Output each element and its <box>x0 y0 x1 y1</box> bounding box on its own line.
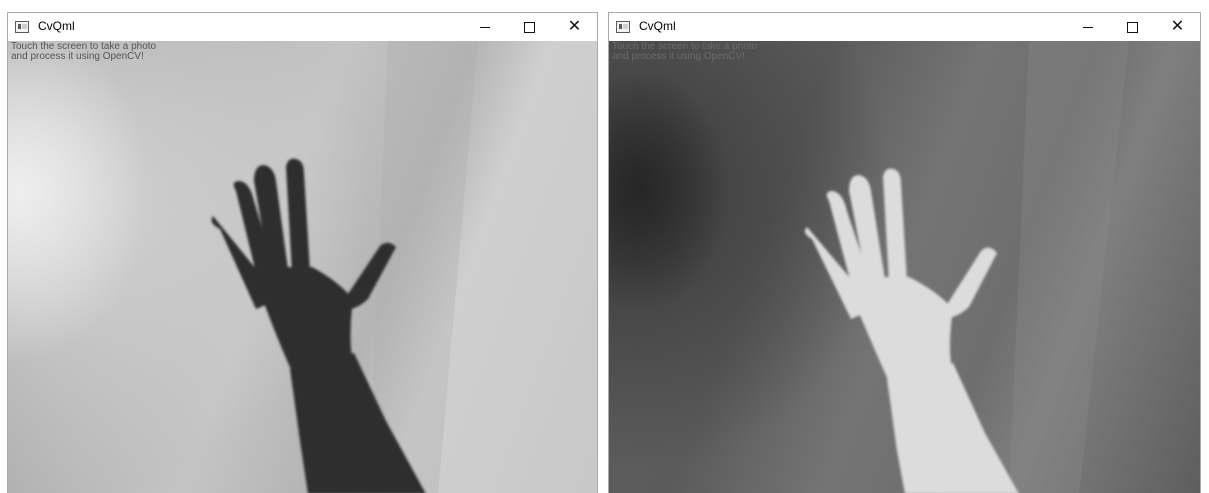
title-bar[interactable]: CvQml ✕ <box>8 13 597 41</box>
maximize-button[interactable] <box>1110 13 1155 41</box>
camera-view[interactable]: Touch the screen to take a photo and pro… <box>609 41 1200 493</box>
camera-view[interactable]: Touch the screen to take a photo and pro… <box>8 41 597 493</box>
instruction-text: Touch the screen to take a photo and pro… <box>11 42 156 62</box>
hand-photo <box>804 41 1129 493</box>
minimize-button[interactable] <box>462 13 507 41</box>
minimize-icon <box>1082 26 1093 28</box>
minimize-icon <box>479 26 490 28</box>
minimize-button[interactable] <box>1065 13 1110 41</box>
maximize-icon <box>524 21 535 33</box>
app-window-original: CvQml ✕ Touch the screen to take a photo… <box>7 12 598 493</box>
close-button[interactable]: ✕ <box>1155 13 1200 41</box>
instruction-line-2: and process it using OpenCV! <box>612 51 745 62</box>
instruction-text: Touch the screen to take a photo and pro… <box>612 42 757 62</box>
maximize-icon <box>1127 21 1138 33</box>
instruction-line-2: and process it using OpenCV! <box>11 51 144 62</box>
title-bar[interactable]: CvQml ✕ <box>609 13 1200 41</box>
hand-photo <box>211 41 478 493</box>
app-icon <box>616 21 630 33</box>
close-icon: ✕ <box>1170 18 1185 35</box>
maximize-button[interactable] <box>507 13 552 41</box>
app-icon <box>15 21 29 33</box>
close-button[interactable]: ✕ <box>552 13 597 41</box>
window-title: CvQml <box>38 19 75 33</box>
window-title: CvQml <box>639 19 676 33</box>
app-window-processed: CvQml ✕ Touch the screen to take a photo… <box>608 12 1201 493</box>
close-icon: ✕ <box>567 18 582 35</box>
